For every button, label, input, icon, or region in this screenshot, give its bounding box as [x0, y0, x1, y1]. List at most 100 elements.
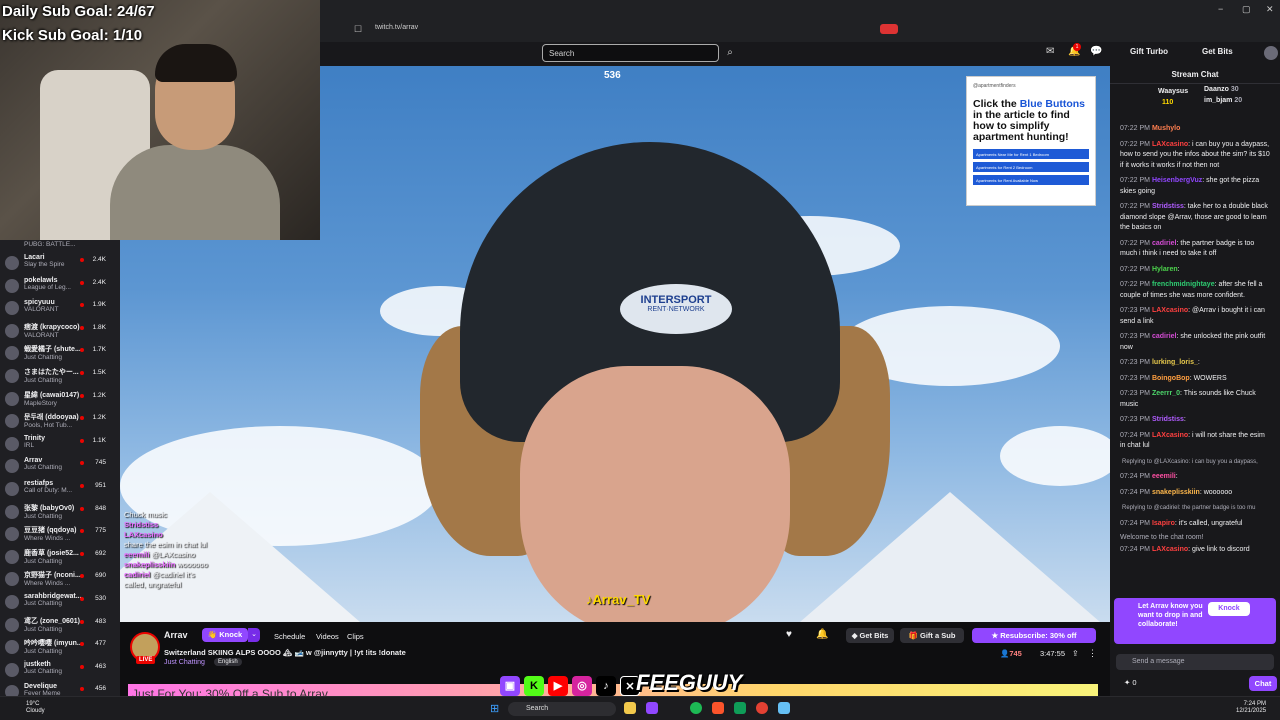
address-bar[interactable]: twitch.tv/arrav: [375, 24, 418, 31]
whispers-icon[interactable]: 💬: [1090, 46, 1102, 57]
sidebar-channel[interactable]: spicyuuu VALORANT 1.9K: [0, 297, 120, 320]
tab-schedule[interactable]: Schedule: [274, 632, 305, 641]
tiktok-logo-icon: ♪: [596, 676, 616, 696]
bookmark-icon[interactable]: ☐: [354, 24, 362, 35]
channel-avatar: [5, 481, 19, 496]
taskbar-search[interactable]: Search: [508, 702, 616, 716]
weather-widget[interactable]: 19°C Cloudy: [26, 701, 45, 715]
taskbar-clock[interactable]: 7:24 PM 12/21/2025: [1236, 701, 1266, 715]
windows-start-icon[interactable]: ⊞: [490, 702, 499, 715]
resubscribe-button[interactable]: ★ Resubscribe: 30% off: [972, 628, 1096, 643]
inbox-icon[interactable]: ✉: [1046, 46, 1054, 57]
chat-message: 07:22 PM Stridstiss: take her to a double…: [1120, 203, 1268, 231]
sidebar-channel[interactable]: 豆豆猪 (qqdoya) Where Winds ... 775: [0, 523, 120, 546]
live-dot: [80, 506, 84, 511]
channel-viewers: 456: [95, 685, 106, 693]
channel-avatar: [5, 368, 19, 383]
sidebar-channel[interactable]: sarahbridgewat... Just Chatting 530: [0, 591, 120, 614]
sidebar-channel[interactable]: Lacari Slay the Spire 2.4K: [0, 252, 120, 275]
sidebar-channel[interactable]: pokelawls League of Leg... 2.4K: [0, 275, 120, 298]
sidebar-channel[interactable]: Develique Fever Meme 456: [0, 681, 120, 696]
sidebar-channel[interactable]: 鹿香草 (josie52... Just Chatting 692: [0, 546, 120, 569]
chat-input[interactable]: Send a message: [1116, 654, 1274, 670]
channel-name: 吟吟嘤嘤 (imyun...: [24, 640, 83, 648]
live-dot: [80, 596, 84, 601]
sidebar-channel[interactable]: さまはたたやー... Just Chatting 1.5K: [0, 365, 120, 388]
ad-link-3[interactable]: Apartments for Rent Available Now: [973, 175, 1089, 185]
kick-sub-goal: Kick Sub Goal: 1/10: [2, 27, 143, 44]
follow-heart-icon[interactable]: ♥: [786, 629, 792, 640]
channel-name: spicyuuu: [24, 299, 55, 307]
chat-message: 07:22 PM Hylaren:: [1120, 265, 1180, 273]
get-bits-button[interactable]: ◆ Get Bits: [846, 628, 894, 643]
language-tag[interactable]: English: [214, 658, 242, 666]
channel-avatar: [5, 346, 19, 361]
streamer-name[interactable]: Arrav: [164, 630, 188, 640]
channel-avatar: [5, 662, 19, 677]
notification-bell-icon[interactable]: 🔔: [816, 629, 828, 640]
extension-icon[interactable]: [880, 24, 898, 34]
streamer-name-tag: ♪Arrav_TV: [586, 592, 651, 607]
chat-message: 07:23 PM cadiriel: she unlocked the pink …: [1120, 333, 1266, 351]
gifter-3[interactable]: im_bjam 20: [1204, 97, 1242, 104]
user-avatar[interactable]: [1264, 46, 1278, 60]
ad-link-1[interactable]: Apartments Near Me for Rent 1 Bedroom: [973, 149, 1089, 159]
chat-message: 07:22 PM frenchmidnightaye: after she fel…: [1120, 281, 1263, 299]
channel-name: restiafps: [24, 479, 54, 487]
gift-turbo-button[interactable]: Gift Turbo: [1130, 47, 1168, 56]
sidebar-channel[interactable]: 痞渡 (krapycoco) VALORANT 1.8K: [0, 320, 120, 343]
tab-clips[interactable]: Clips: [347, 632, 364, 641]
sidebar-channel[interactable]: 京野猫子 (nconi... Where Winds ... 690: [0, 568, 120, 591]
channel-name: 鸢乙 (zone_0601): [24, 617, 81, 625]
ad-headline: Click the Blue Buttons in the article to…: [973, 98, 1086, 143]
close-button[interactable]: ✕: [1266, 4, 1274, 15]
maximize-button[interactable]: ▢: [1242, 4, 1251, 15]
gift-sub-button[interactable]: 🎁 Gift a Sub: [900, 628, 964, 643]
gifter-2[interactable]: Daanzo 30: [1204, 86, 1239, 93]
stream-category[interactable]: Just Chatting: [164, 659, 205, 666]
chat-message: 07:23 PM Zeerrr_0: This sounds like Chuck…: [1120, 390, 1256, 408]
get-bits-button[interactable]: Get Bits: [1202, 47, 1233, 56]
knock-dropdown[interactable]: ⌄: [248, 628, 260, 642]
overlay-chat-line: Chuck music: [124, 510, 167, 519]
chat-message: 07:23 PM lurking_loris_:: [1120, 359, 1200, 366]
app-icon[interactable]: [734, 702, 746, 714]
chat-message: 07:22 PM LAXcasino: i can buy you a daypa…: [1120, 140, 1270, 169]
channel-avatar: [5, 278, 19, 293]
sidebar-channel[interactable]: 蝦愛橘子 (shute... Just Chatting 1.7K: [0, 342, 120, 365]
channel-viewers: 1.2K: [92, 391, 106, 399]
ad-link-2[interactable]: Apartments for Rent 2 Bedroom: [973, 162, 1089, 172]
live-dot: [80, 551, 84, 556]
channel-viewers: 951: [95, 481, 106, 489]
sidebar-channel[interactable]: justketh Just Chatting 463: [0, 659, 120, 682]
sidebar-channel[interactable]: 鸢乙 (zone_0601) Just Chatting 483: [0, 614, 120, 637]
sidebar-channel[interactable]: Arrav Just Chatting 745: [0, 455, 120, 478]
sidebar-channel[interactable]: 吟吟嘤嘤 (imyun... Just Chatting 477: [0, 636, 120, 659]
promo-knock-button[interactable]: Knock: [1208, 602, 1250, 616]
sidebar-channel[interactable]: 张黎 (babyOv0) Just Chatting 848: [0, 501, 120, 524]
minimize-button[interactable]: −: [1218, 4, 1223, 14]
channel-avatar: [5, 685, 19, 696]
channel-avatar: [5, 640, 19, 655]
channel-game: Just Chatting: [24, 376, 62, 384]
sidebar-channel[interactable]: 星緯 (cawai0147) MapleStory 1.2K: [0, 388, 120, 411]
chat-message: 07:23 PM BoingoBop: WOWERS: [1120, 374, 1227, 382]
sidebar-channel[interactable]: 문두래 (ddooyaa) Pools, Hot Tub... 1.2K: [0, 410, 120, 433]
gifter-1[interactable]: Waaysus: [1158, 88, 1188, 95]
sidebar-channel[interactable]: Trinity IRL 1.1K: [0, 433, 120, 456]
channel-name: Arrav: [24, 457, 43, 465]
knock-button[interactable]: 👋 Knock: [202, 628, 248, 642]
tab-videos[interactable]: Videos: [316, 632, 339, 641]
chat-send-button[interactable]: Chat: [1249, 676, 1277, 691]
more-options-icon[interactable]: ⋮: [1088, 648, 1097, 659]
channel-viewers: 848: [95, 504, 106, 512]
search-icon[interactable]: ⌕: [721, 44, 739, 62]
chrome-icon[interactable]: [756, 702, 768, 714]
sidebar-channel[interactable]: restiafps Call of Duty: M... 951: [0, 478, 120, 501]
share-icon[interactable]: ⇪: [1072, 649, 1079, 658]
search-input[interactable]: Search: [542, 44, 719, 62]
channel-points[interactable]: ✦ 0: [1124, 678, 1137, 687]
steam-icon[interactable]: [778, 702, 790, 714]
channel-game: Slay the Spire: [24, 261, 65, 268]
ad-overlay[interactable]: @apartmentfinders Click the Blue Buttons…: [966, 76, 1096, 206]
